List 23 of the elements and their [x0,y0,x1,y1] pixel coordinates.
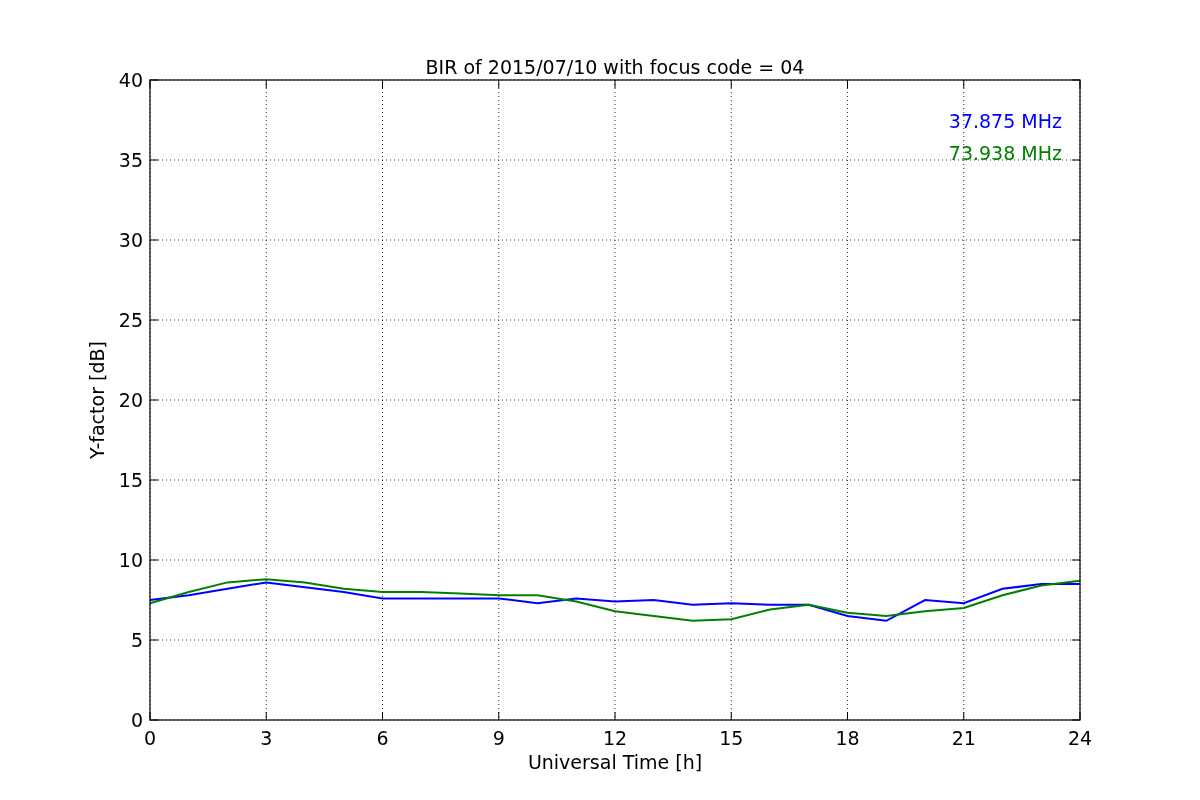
y-tick-label: 5 [130,629,143,651]
x-tick-label: 12 [602,727,628,749]
x-tick-label: 18 [835,727,860,749]
x-tick-label: 9 [492,727,505,749]
y-tick-label: 10 [118,549,143,571]
x-tick-label: 15 [719,727,744,749]
y-tick-label: 40 [118,69,143,91]
y-tick-label: 35 [118,149,143,171]
y-tick-label: 15 [118,469,143,491]
x-tick-label: 6 [376,727,389,749]
x-axis-label: Universal Time [h] [527,751,703,773]
legend-label: 37.875 MHz [948,110,1062,132]
y-tick-label: 30 [118,229,143,251]
x-tick-label: 21 [951,727,976,749]
y-tick-label: 0 [130,709,143,731]
y-tick-label: 20 [118,389,143,411]
y-axis-label: Y-factor [dB] [86,341,108,459]
legend-label: 73.938 MHz [948,142,1062,164]
x-tick-label: 0 [143,727,157,749]
chart-title: BIR of 2015/07/10 with focus code = 04 [425,56,805,78]
y-tick-label: 25 [118,309,143,331]
x-tick-label: 24 [1067,727,1093,749]
x-tick-label: 3 [260,727,273,749]
